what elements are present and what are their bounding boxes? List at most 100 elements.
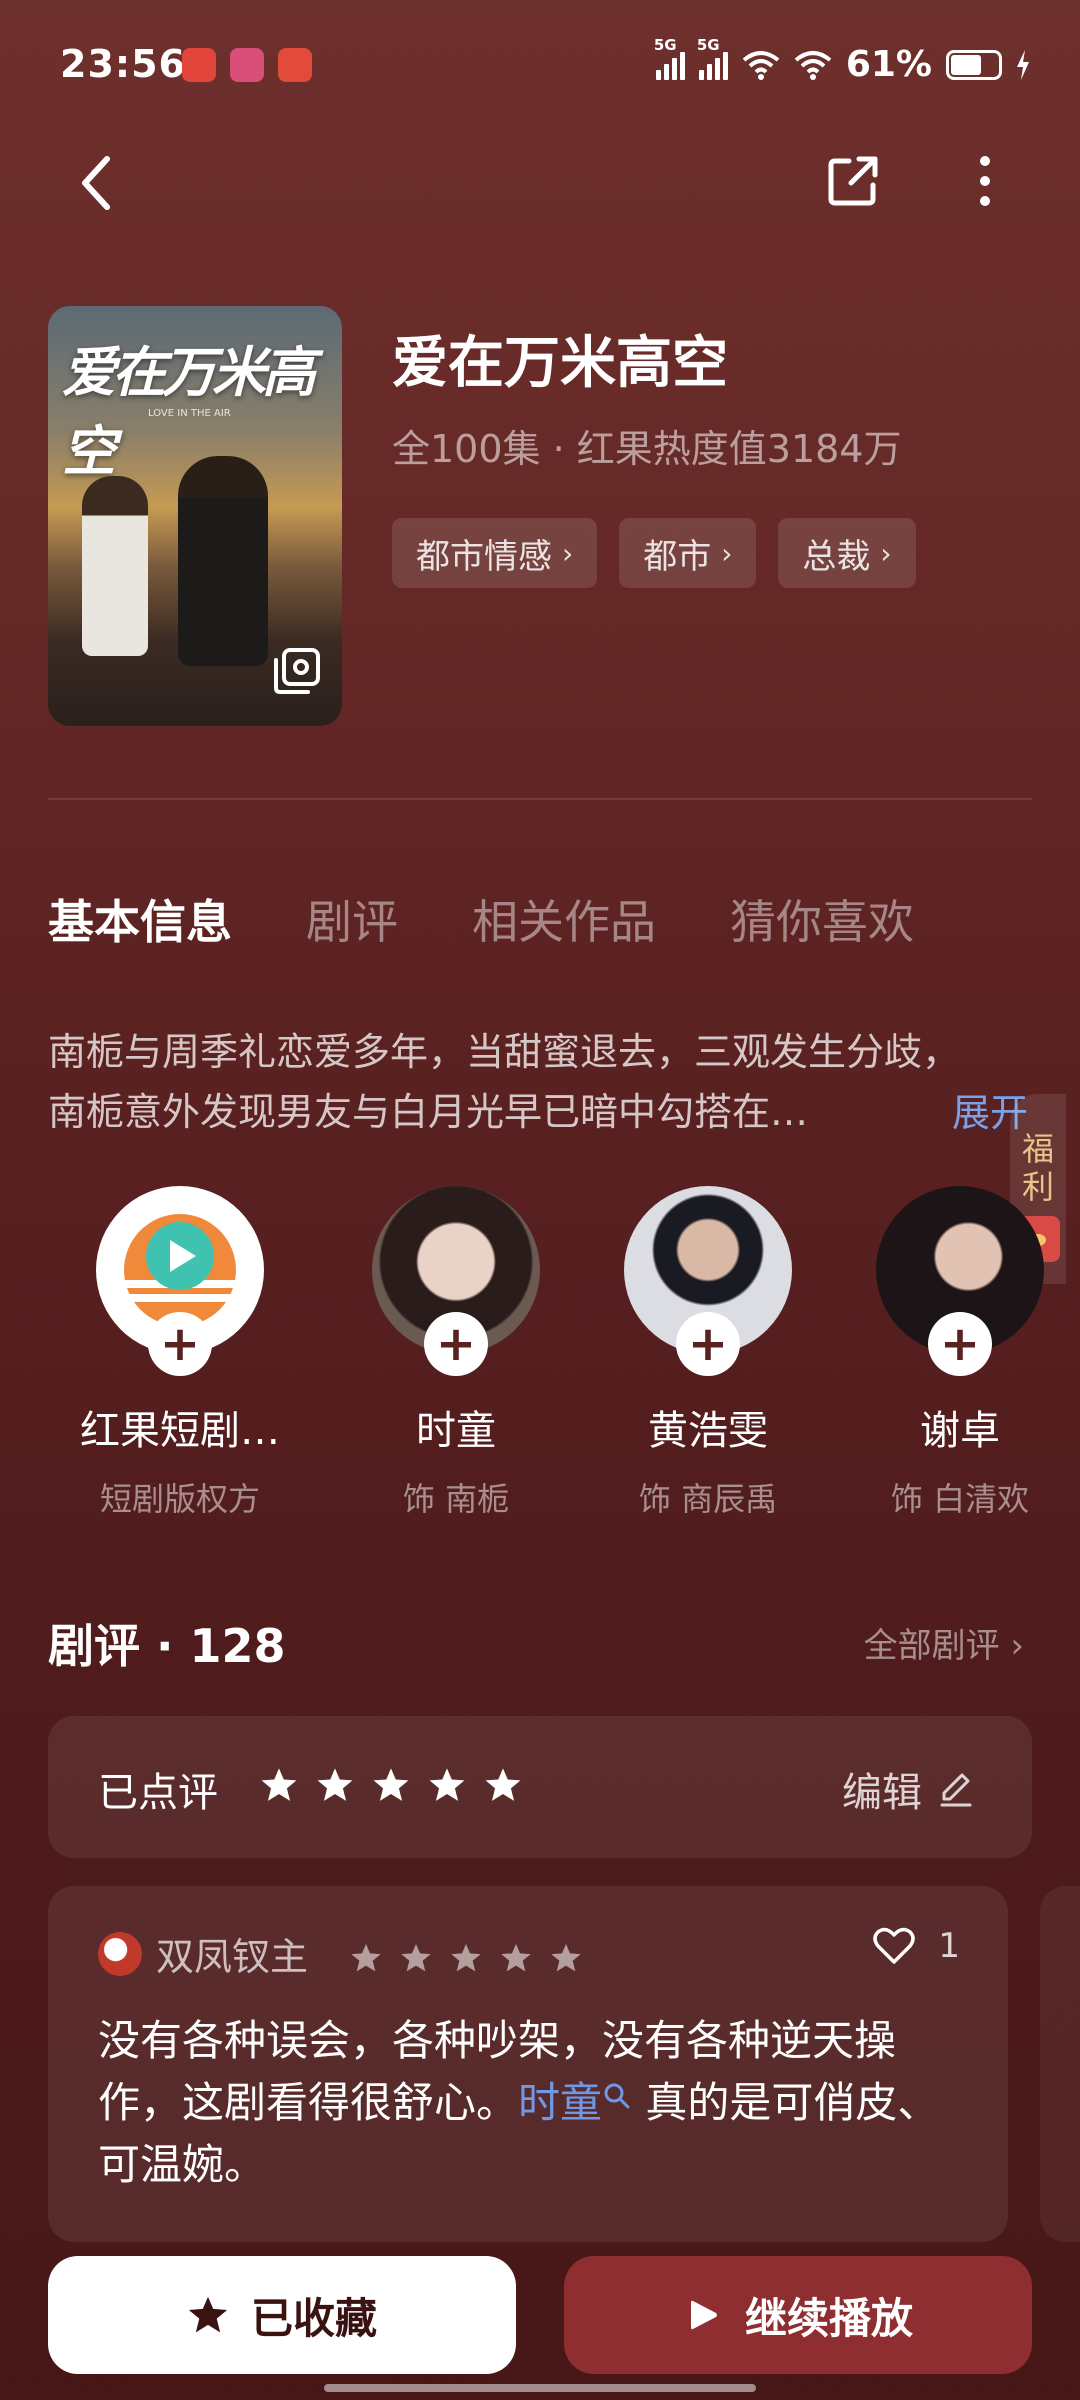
signal-icon: 5G: [697, 36, 728, 80]
play-icon: [690, 2300, 717, 2330]
follow-button[interactable]: +: [676, 1312, 740, 1376]
follow-button[interactable]: +: [928, 1312, 992, 1376]
cast-item[interactable]: + 红果短剧… 短剧版权方: [80, 1186, 280, 1520]
home-indicator: [324, 2384, 756, 2392]
star-icon: [261, 1768, 297, 1801]
tag-label: 都市情感: [416, 536, 552, 577]
share-icon: [828, 156, 878, 206]
my-rating-stars: [260, 1766, 522, 1804]
cast-item[interactable]: + 黄浩雯 饰 商辰禹: [608, 1186, 808, 1520]
heart-icon: [873, 1927, 916, 1964]
notification-app-icon: [182, 48, 216, 82]
avatar: [98, 1931, 142, 1976]
cast-name: 谢卓: [920, 1408, 1000, 1454]
cast-role: 短剧版权方: [99, 1480, 260, 1518]
edit-review-button[interactable]: 编辑: [842, 1760, 976, 1818]
synopsis: 南栀与周季礼恋爱多年，当甜蜜退去，三观发生分歧， 南栀意外发现男友与白月光早已暗…: [48, 1022, 1038, 1142]
chevron-right-icon: ›: [721, 536, 733, 570]
star-icon: [373, 1768, 409, 1801]
star-icon: [451, 1944, 481, 1972]
edit-label: 编辑: [842, 1770, 922, 1816]
cast-role: 饰 白清欢: [890, 1480, 1030, 1518]
tab-basic-info[interactable]: 基本信息: [48, 886, 232, 952]
continue-play-button[interactable]: 继续播放: [564, 2256, 1032, 2374]
avatar: +: [372, 1186, 540, 1376]
more-vertical-icon: [980, 156, 990, 206]
wifi-icon: [742, 50, 780, 80]
play-label: 继续播放: [744, 2293, 913, 2343]
tag-chip[interactable]: 都市情感 ›: [392, 518, 598, 588]
synopsis-line: 南栀与周季礼恋爱多年，当甜蜜退去，三观发生分歧，: [48, 1030, 961, 1074]
network-type-label: 5G: [696, 35, 720, 54]
notification-app-icon: [230, 48, 264, 82]
follow-button[interactable]: +: [424, 1312, 488, 1376]
tab-bar: 基本信息 剧评 相关作品 猜你喜欢: [48, 886, 914, 952]
charging-icon: [1017, 49, 1029, 80]
favorite-label: 已收藏: [250, 2293, 377, 2343]
star-icon: [188, 2296, 228, 2333]
battery-percent: 61%: [845, 44, 932, 85]
drama-cover-image[interactable]: 爱在万米高空 LOVE IN THE AIR: [48, 306, 342, 726]
battery-icon: [946, 49, 1002, 80]
status-time: 23:56: [60, 42, 186, 86]
reviews-header: 剧评 · 128: [48, 1619, 286, 1673]
network-type-label: 5G: [653, 35, 677, 54]
drama-title: 爱在万米高空: [392, 331, 728, 396]
avatar: +: [876, 1186, 1044, 1376]
tag-label: 都市: [643, 536, 712, 577]
star-icon: [351, 1944, 381, 1972]
tab-related-works[interactable]: 相关作品: [472, 886, 656, 952]
avatar: +: [624, 1186, 792, 1376]
next-review-card-peek[interactable]: [1040, 1886, 1080, 2242]
tag-label: 总裁: [802, 536, 871, 577]
divider: [48, 798, 1032, 800]
star-icon: [485, 1768, 521, 1801]
tab-recommendations[interactable]: 猜你喜欢: [730, 886, 914, 952]
notification-app-icon: [278, 48, 312, 82]
favorite-button[interactable]: 已收藏: [48, 2256, 516, 2374]
cast-role: 饰 商辰禹: [638, 1480, 778, 1518]
star-icon: [317, 1768, 353, 1801]
more-button[interactable]: [950, 146, 1020, 216]
cover-subtitle: LOVE IN THE AIR: [148, 408, 231, 419]
mention-link[interactable]: 时童: [518, 2078, 632, 2127]
tag-chip[interactable]: 总裁 ›: [778, 518, 916, 588]
search-icon: [604, 2083, 630, 2109]
wifi-icon: [794, 50, 832, 80]
tab-reviews[interactable]: 剧评: [306, 886, 398, 952]
drama-meta: 全100集 · 红果热度值3184万: [392, 427, 902, 471]
chevron-right-icon: ›: [880, 536, 892, 570]
cast-name: 时童: [416, 1408, 496, 1454]
chevron-left-icon: [82, 156, 110, 210]
mention-label: 时童: [518, 2078, 603, 2127]
tag-list: 都市情感 › 都市 › 总裁 ›: [392, 518, 916, 588]
avatar: +: [96, 1186, 264, 1376]
back-button[interactable]: [60, 148, 130, 218]
synopsis-line: 南栀意外发现男友与白月光早已暗中勾搭在…: [48, 1090, 809, 1134]
tag-chip[interactable]: 都市 ›: [619, 518, 757, 588]
star-icon: [551, 1944, 581, 1972]
share-button[interactable]: [818, 146, 888, 216]
cast-name: 红果短剧…: [80, 1408, 280, 1454]
cast-name: 黄浩雯: [648, 1408, 768, 1454]
rated-label: 已点评: [98, 1770, 218, 1816]
cast-item[interactable]: + 时童 饰 南栀: [356, 1186, 556, 1520]
cast-item[interactable]: + 谢卓 饰 白清欢: [860, 1186, 1060, 1520]
chevron-right-icon: ›: [562, 536, 574, 570]
review-username: 双凤钗主: [156, 1935, 309, 1979]
like-button[interactable]: 1: [872, 1926, 960, 1966]
cover-figure: [82, 476, 148, 656]
follow-button[interactable]: +: [148, 1312, 212, 1376]
review-rating-stars: [350, 1942, 582, 1974]
all-reviews-link[interactable]: 全部剧评 ›: [864, 1618, 1024, 1667]
review-text: 没有各种误会，各种吵架，没有各种逆天操作，这剧看得很舒心。时童 真的是可俏皮、可…: [98, 2010, 978, 2196]
welfare-label: 福: [1021, 1130, 1054, 1168]
status-indicators: 5G 5G 61%: [654, 36, 1030, 85]
my-rating-card[interactable]: 已点评 编辑: [48, 1716, 1032, 1858]
gallery-icon[interactable]: [272, 646, 322, 700]
review-user[interactable]: 双凤钗主: [98, 1926, 308, 1981]
star-icon: [501, 1944, 531, 1972]
signal-icon: 5G: [654, 36, 685, 80]
review-card[interactable]: 双凤钗主 1 没有各种误会，各种吵架，没有各种逆天操作，这剧看得很舒心。时童 真…: [48, 1886, 1008, 2242]
cast-role: 饰 南栀: [402, 1480, 510, 1518]
